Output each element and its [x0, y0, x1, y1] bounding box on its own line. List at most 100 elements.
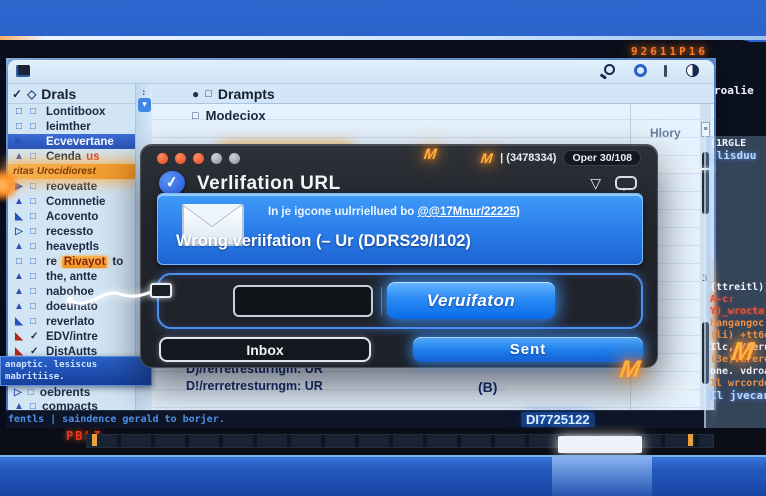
sidebar-item[interactable]: ◣ ✓ EDV/intre [8, 329, 135, 344]
checkbox-icon: □ [30, 211, 41, 222]
contrast-icon[interactable] [686, 64, 699, 77]
sidebar-item[interactable]: ▲□Cendaus [8, 149, 135, 164]
search-icon[interactable] [604, 64, 615, 75]
message-link[interactable]: @@17Mnur/22225) [418, 206, 520, 218]
item-label: Comnnetie [46, 196, 105, 208]
item-label: Ecvevertane [46, 136, 114, 148]
dialog-counter-tag: Oper 30/108 [563, 150, 641, 166]
b-badge: (B) [478, 379, 497, 395]
item-label: reoveatte [46, 181, 97, 193]
folder-icon: ▲ [13, 241, 25, 252]
close-button[interactable] [157, 153, 168, 164]
verify-button[interactable]: Veruifaton [387, 282, 555, 319]
wire-connector-plug [150, 283, 172, 298]
folder-icon: ◣ [13, 211, 25, 222]
check-icon: ✓ [30, 331, 41, 342]
checkbox-icon: □ [30, 226, 41, 237]
checkbox-icon: □ [30, 121, 41, 132]
checkbox-icon: □ [30, 181, 41, 192]
app-toolbar [8, 60, 714, 84]
item-label: ritas Urocidiorest [13, 166, 96, 177]
message-line1: In je igcone uulrriellued bo @@17Mnur/22… [268, 206, 636, 218]
laptop-base [0, 455, 766, 496]
folder-icon: ▲ [13, 301, 25, 312]
sidebar-header[interactable]: ✓ ◇ Drals [8, 84, 135, 104]
tooltip-line: anaptic. lesiscus [5, 359, 147, 371]
screen-reflection [558, 436, 642, 453]
code-overlay-panel: (1RGLE,lisduu {ttreitl)]};A-c:Y)_wrocta)… [704, 136, 766, 428]
input-divider [381, 287, 382, 315]
item-label: Acovento [46, 211, 98, 223]
code-line: {ttreitl)]}; [710, 282, 766, 294]
status-text: fentls | saindence gerald to borjer. [8, 414, 225, 425]
divider-icon [664, 64, 667, 77]
verification-input-group: Veruifaton [157, 273, 643, 329]
tooltip-line: mabritiise. [5, 371, 147, 383]
code-line: Il jvecarder [710, 390, 766, 402]
list-header-label: Drampts [218, 86, 275, 102]
item-label-suffix: us [86, 151, 99, 163]
url-result-line2: D!/rerretresturngm: UR [186, 379, 323, 393]
item-label: EDV/intre [46, 331, 98, 343]
code-line: Y)_wrocta).. [710, 306, 766, 318]
code-top-label: roalie [714, 84, 754, 97]
scrollbar-menu-icon[interactable]: ≡ [701, 122, 710, 137]
sidebar-item[interactable]: □□reRivayotto [8, 254, 135, 269]
sidebar-header-label: Drals [41, 86, 76, 102]
sidebar-item[interactable]: ◣ □ Acovento [8, 209, 135, 224]
folder-icon: ▶ [13, 136, 25, 147]
bezel-bottom-band: PBLI [0, 428, 766, 455]
base-reflection [552, 457, 652, 496]
sidebar-item[interactable]: ▲□Comnnetie [8, 194, 135, 209]
message-panel: In je igcone uulrriellued bo @@17Mnur/22… [157, 193, 643, 265]
record-icon[interactable] [634, 64, 647, 77]
folder-icon: □ [13, 121, 25, 132]
sidebar-tooltip: anaptic. lesiscus mabritiise. [0, 356, 152, 386]
folder-icon: ▲ [13, 196, 25, 207]
sidebar-item[interactable]: ▶ □ Ecvevertane [8, 134, 135, 149]
window-button[interactable] [211, 153, 222, 164]
list-row-label: Modeciox [206, 108, 266, 123]
window-button[interactable] [229, 153, 240, 164]
sidebar-item[interactable]: □□Lontitboox [8, 104, 135, 119]
code-line: one. vdroad [710, 366, 766, 378]
verification-code-input[interactable] [233, 285, 373, 317]
checkbox-icon: □ [30, 136, 41, 147]
chat-bubble-icon[interactable] [615, 176, 637, 190]
verification-dialog: M | (3478334) Oper 30/108 ✓ Verlifation … [140, 144, 658, 368]
status-bar: fentls | saindence gerald to borjer. DI7… [6, 410, 716, 428]
underline-rule [508, 388, 690, 390]
brand-flame-icon: M [480, 150, 494, 166]
dialog-meta: M | (3478334) Oper 30/108 [481, 150, 641, 166]
neon-id-tag: DI7725122 [521, 412, 595, 427]
sidebar-item[interactable]: ▷□recessto [8, 224, 135, 239]
folder-icon: □ [13, 106, 25, 117]
item-highlight: Rivayot [62, 256, 108, 268]
history-column-header[interactable]: Hlory [650, 126, 681, 140]
inbox-button[interactable]: Inbox [159, 337, 371, 362]
chevron-down-icon[interactable]: ▾ [138, 98, 151, 112]
sidebar-item[interactable]: ▶□reoveatte [8, 179, 135, 194]
folder-icon: ◣ [13, 316, 25, 327]
cloud-icon: ● [192, 87, 199, 101]
flag-icon: ◣ [13, 331, 25, 342]
folder-icon: ▷ [14, 387, 22, 398]
list-header-row[interactable]: ● □ Drampts [152, 84, 714, 104]
minimize-button[interactable] [175, 153, 186, 164]
code-line: ,lisduu [710, 150, 756, 162]
sidebar-item[interactable]: □□Ieimther [8, 119, 135, 134]
sidebar-item[interactable]: ritas Urocidiorest [8, 164, 135, 179]
sidebar-item[interactable]: ▷□oebrents [14, 385, 90, 399]
folder-icon: ▲ [13, 286, 25, 297]
splitter-dots-icon: : [141, 88, 146, 98]
sidebar-item[interactable]: ▲□heaveptls [8, 239, 135, 254]
folder-icon: ▷ [13, 226, 25, 237]
list-row-modeciox[interactable]: □ Modeciox [192, 108, 266, 123]
folder-icon: □ [13, 256, 25, 267]
sent-button[interactable]: Sent [413, 337, 643, 362]
screenshot-stage: 92611P16 ✓ ◇ Drals □□Lontitboox□□Ieimthe… [0, 0, 766, 496]
maximize-button[interactable] [193, 153, 204, 164]
dropdown-triangle-icon[interactable]: ▽ [590, 175, 601, 192]
item-label: to [112, 256, 123, 268]
checkbox-icon: □ [30, 256, 41, 267]
